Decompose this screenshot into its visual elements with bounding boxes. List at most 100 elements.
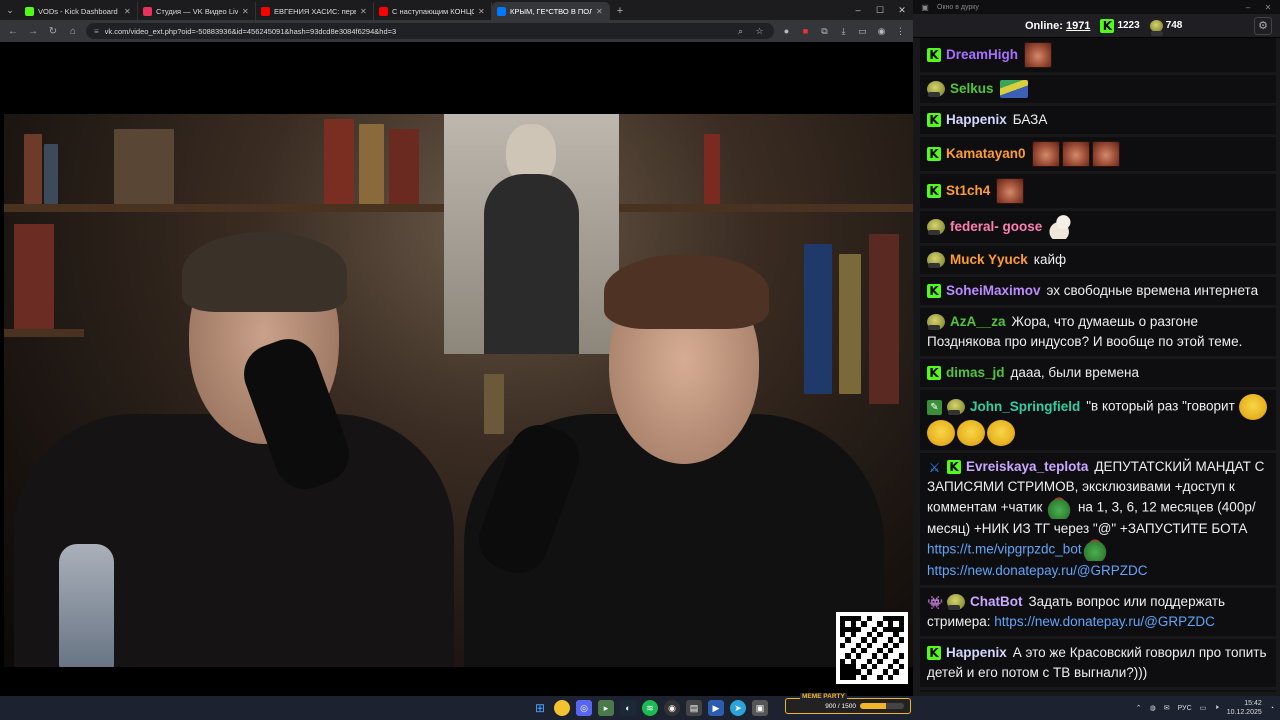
extension-circle-icon[interactable]: ●: [780, 26, 793, 36]
kick-badge-icon: K: [927, 48, 941, 62]
chat-stats-header: Online: 1971 K 1223 748 ⚙: [913, 14, 1280, 38]
browser-window: ⌄ VODs - Kick Dashboard ✕ Студия — VK Виде…: [0, 0, 913, 696]
chat-username[interactable]: dimas_jd: [946, 365, 1005, 380]
chat-link[interactable]: https://new.donatepay.ru/@GRPZDC: [927, 563, 1148, 578]
blob-icon: [1149, 19, 1163, 36]
book: [359, 124, 384, 204]
chat-link[interactable]: https://new.donatepay.ru/@GRPZDC: [994, 614, 1215, 629]
back-icon[interactable]: ←: [6, 26, 20, 37]
tab-close-icon[interactable]: ✕: [124, 7, 132, 16]
tab-close-icon[interactable]: ✕: [596, 7, 604, 16]
clock[interactable]: 15:42 10.12.2025: [1227, 699, 1262, 717]
close-icon[interactable]: ✕: [1260, 3, 1276, 12]
obs-icon[interactable]: ◉: [664, 700, 680, 716]
start-menu-icon[interactable]: ⊞: [532, 700, 548, 716]
emote-laugh-icon: [987, 420, 1015, 446]
chat-text: кайф: [1033, 252, 1067, 267]
browser-tab[interactable]: VODs - Kick Dashboard ✕: [20, 2, 138, 20]
chrome-icon[interactable]: [554, 700, 570, 716]
chat-username[interactable]: St1ch4: [946, 183, 990, 198]
system-tray: ⌃ ◍ ✉ РУС ▭ 🕨 15:42 10.12.2025 ◔: [1136, 696, 1274, 720]
chat-message: 👾 ChatBot Задать вопрос или поддержать стр…: [920, 588, 1276, 636]
browser-tab[interactable]: Студия — VK Видео Live ✕: [138, 2, 256, 20]
blob-badge-icon: [947, 594, 965, 611]
chat-username[interactable]: Kamatayan0: [946, 146, 1026, 161]
tab-title: С наступающим КОНЦОМ СВЕ: [392, 6, 474, 16]
chat-username[interactable]: SoheiMaximov: [946, 283, 1041, 298]
chat-username[interactable]: DreamHigh: [946, 47, 1018, 62]
volume-icon[interactable]: 🕨: [1214, 704, 1218, 712]
tab-favicon-icon: [143, 6, 152, 16]
chat-link[interactable]: https://t.me/vipgrpzdc_bot: [927, 542, 1082, 557]
settings-gear-icon[interactable]: ⚙: [1254, 16, 1272, 35]
minimize-icon[interactable]: –: [1240, 3, 1256, 12]
close-icon[interactable]: ✕: [891, 0, 913, 20]
network-icon[interactable]: ▭: [1200, 704, 1207, 712]
language-indicator[interactable]: РУС: [1178, 705, 1192, 712]
kick-badge-icon: K: [927, 284, 941, 299]
spotify-icon[interactable]: ≋: [642, 700, 658, 716]
media-player-icon[interactable]: ▶: [708, 700, 724, 716]
chat-username[interactable]: federal- goose: [950, 219, 1042, 234]
tray-app-icon[interactable]: ◍: [1150, 704, 1156, 712]
site-info-icon[interactable]: ≡: [94, 27, 99, 36]
chat-username[interactable]: ChatBot: [970, 594, 1023, 609]
book: [14, 224, 54, 329]
video-frame[interactable]: [4, 114, 913, 667]
chat-username[interactable]: John_Springfield: [970, 399, 1080, 414]
tab-close-icon[interactable]: ✕: [478, 7, 486, 16]
zoom-icon[interactable]: ⌕: [734, 26, 747, 37]
bookshelf: [4, 329, 84, 337]
chat-username[interactable]: Muck Yyuck: [950, 252, 1028, 267]
forward-icon[interactable]: →: [26, 26, 40, 37]
book: [869, 234, 899, 404]
chat-username[interactable]: Evreiskaya_teplota: [966, 459, 1088, 474]
maximize-icon[interactable]: ☐: [869, 0, 891, 20]
video-player[interactable]: [0, 42, 913, 696]
telegram-icon[interactable]: ➤: [730, 700, 746, 716]
app-icon[interactable]: ▤: [686, 700, 702, 716]
new-tab-button[interactable]: +: [610, 2, 630, 20]
tray-chevron-icon[interactable]: ⌃: [1136, 704, 1142, 712]
book: [804, 244, 832, 394]
app-icon[interactable]: ▣: [752, 700, 768, 716]
home-icon[interactable]: ⌂: [66, 26, 80, 37]
meme-progress-bar: [860, 703, 904, 709]
meme-progress-fill: [860, 703, 887, 709]
extension-block-icon[interactable]: ■: [799, 26, 812, 36]
chat-username[interactable]: Selkus: [950, 81, 994, 96]
extensions-icon[interactable]: ⧉: [818, 26, 831, 37]
emote-face-icon: [1031, 141, 1060, 167]
browser-tab[interactable]: КРЫМ, ГЕ*СТВО В ПОЛИТИ ✕: [492, 2, 610, 20]
browser-tab[interactable]: ЕВГЕНИЯ ХАСИС: первое инте ✕: [256, 2, 374, 20]
discord-icon[interactable]: ◎: [576, 700, 592, 716]
tab-search-icon[interactable]: ⌄: [0, 0, 20, 20]
address-bar[interactable]: ≡ vk.com/video_ext.php?oid=-50883936&id=…: [86, 23, 774, 39]
tray-app-icon[interactable]: ✉: [1164, 704, 1170, 712]
steam-icon[interactable]: ◐: [620, 700, 636, 716]
emote-goose-icon: [1048, 215, 1077, 239]
blob-count: 748: [1165, 20, 1183, 31]
chat-text: эх свободные времена интернета: [1046, 283, 1259, 298]
download-icon[interactable]: ⤓: [837, 26, 850, 37]
menu-icon[interactable]: ⋮: [894, 26, 907, 37]
bookshelf: [614, 204, 913, 212]
chat-username[interactable]: AzA__za: [950, 314, 1006, 329]
minimize-icon[interactable]: –: [847, 0, 869, 20]
tab-close-icon[interactable]: ✕: [242, 7, 250, 16]
chat-username[interactable]: Happenix: [946, 645, 1007, 660]
kick-badge-icon: K: [927, 113, 941, 128]
emote-flag-icon: [999, 80, 1028, 99]
tab-close-icon[interactable]: ✕: [360, 7, 368, 16]
bookmark-star-icon[interactable]: ☆: [753, 26, 766, 37]
profile-icon[interactable]: ◉: [875, 26, 888, 37]
reload-icon[interactable]: ↻: [46, 26, 60, 37]
chat-message-list[interactable]: K DreamHigh Selkus K Happenix БАЗА K Kamatayan0…: [920, 38, 1276, 692]
chat-username[interactable]: Happenix: [946, 112, 1007, 127]
terminal-icon[interactable]: ▸: [598, 700, 614, 716]
emote-face-icon: [996, 178, 1025, 204]
sidepanel-icon[interactable]: ▭: [856, 26, 869, 37]
book: [324, 119, 354, 204]
notifications-icon[interactable]: ◔: [1270, 705, 1274, 712]
browser-tab[interactable]: С наступающим КОНЦОМ СВЕ ✕: [374, 2, 492, 20]
